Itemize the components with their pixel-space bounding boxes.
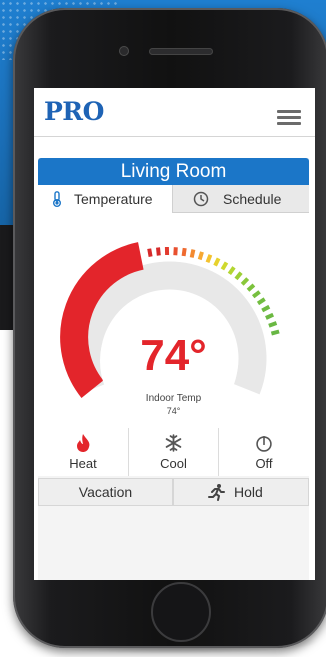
temperature-gauge[interactable]: 74° Indoor Temp 74° xyxy=(38,213,309,428)
hold-button[interactable]: Hold xyxy=(173,478,309,506)
gauge-tick xyxy=(213,257,221,267)
thermometer-icon xyxy=(53,191,61,207)
mode-heat-button[interactable]: Heat xyxy=(38,428,128,476)
indoor-temp-value: 74° xyxy=(166,406,181,416)
setpoint-temperature: 74° xyxy=(140,331,207,380)
tab-schedule[interactable]: Schedule xyxy=(173,185,309,213)
mode-selector: Heat Cool Off xyxy=(38,428,309,476)
vacation-button[interactable]: Vacation xyxy=(38,478,173,506)
hold-label: Hold xyxy=(234,484,263,500)
gauge-tick xyxy=(197,251,204,261)
gauge-tick xyxy=(265,312,275,320)
gauge-tick xyxy=(240,277,250,286)
tab-temperature[interactable]: Temperature xyxy=(38,185,173,213)
home-button[interactable] xyxy=(151,582,211,642)
mode-off-button[interactable]: Off xyxy=(218,428,309,476)
flame-icon xyxy=(77,434,90,452)
vacation-label: Vacation xyxy=(78,484,133,500)
thermostat-card: Living Room Temperature Schedule 74° Ind… xyxy=(38,158,309,580)
indoor-temp-label: Indoor Temp xyxy=(145,393,202,404)
action-buttons: Vacation Hold xyxy=(38,478,309,506)
gauge-tick xyxy=(147,248,153,257)
gauge-tick xyxy=(173,247,178,256)
power-icon xyxy=(256,436,272,452)
gauge-tick xyxy=(268,321,278,328)
running-person-icon xyxy=(208,484,225,501)
gauge-tick xyxy=(189,249,196,258)
gauge-tick xyxy=(220,261,229,271)
earpiece-speaker xyxy=(149,48,213,55)
gauge-tick xyxy=(246,283,256,292)
gauge-tick xyxy=(181,247,187,257)
mode-cool-button[interactable]: Cool xyxy=(128,428,218,476)
logo-text: PRO xyxy=(44,97,104,126)
mode-cool-label: Cool xyxy=(160,456,187,471)
front-camera xyxy=(119,46,129,56)
gauge-tick xyxy=(261,304,271,313)
phone-screen: PRO Living Room Temperature Schedule 74°… xyxy=(34,88,315,580)
mode-heat-label: Heat xyxy=(69,456,97,471)
gauge-tick xyxy=(205,254,213,264)
gauge-tick xyxy=(256,297,266,306)
tab-temperature-label: Temperature xyxy=(74,191,153,207)
hamburger-menu-icon[interactable] xyxy=(277,110,301,126)
snowflake-icon xyxy=(165,434,182,452)
clock-icon xyxy=(193,191,209,207)
gauge-tick xyxy=(156,247,161,256)
app-header: PRO xyxy=(34,88,315,137)
tab-bar: Temperature Schedule xyxy=(38,185,309,213)
gauge-tick xyxy=(227,266,236,276)
mode-off-label: Off xyxy=(255,456,273,471)
gauge-tick xyxy=(251,290,261,299)
tab-schedule-label: Schedule xyxy=(223,191,282,207)
pro-logo: PRO xyxy=(44,97,104,126)
gauge-tick xyxy=(234,271,243,281)
room-title: Living Room xyxy=(38,158,309,185)
